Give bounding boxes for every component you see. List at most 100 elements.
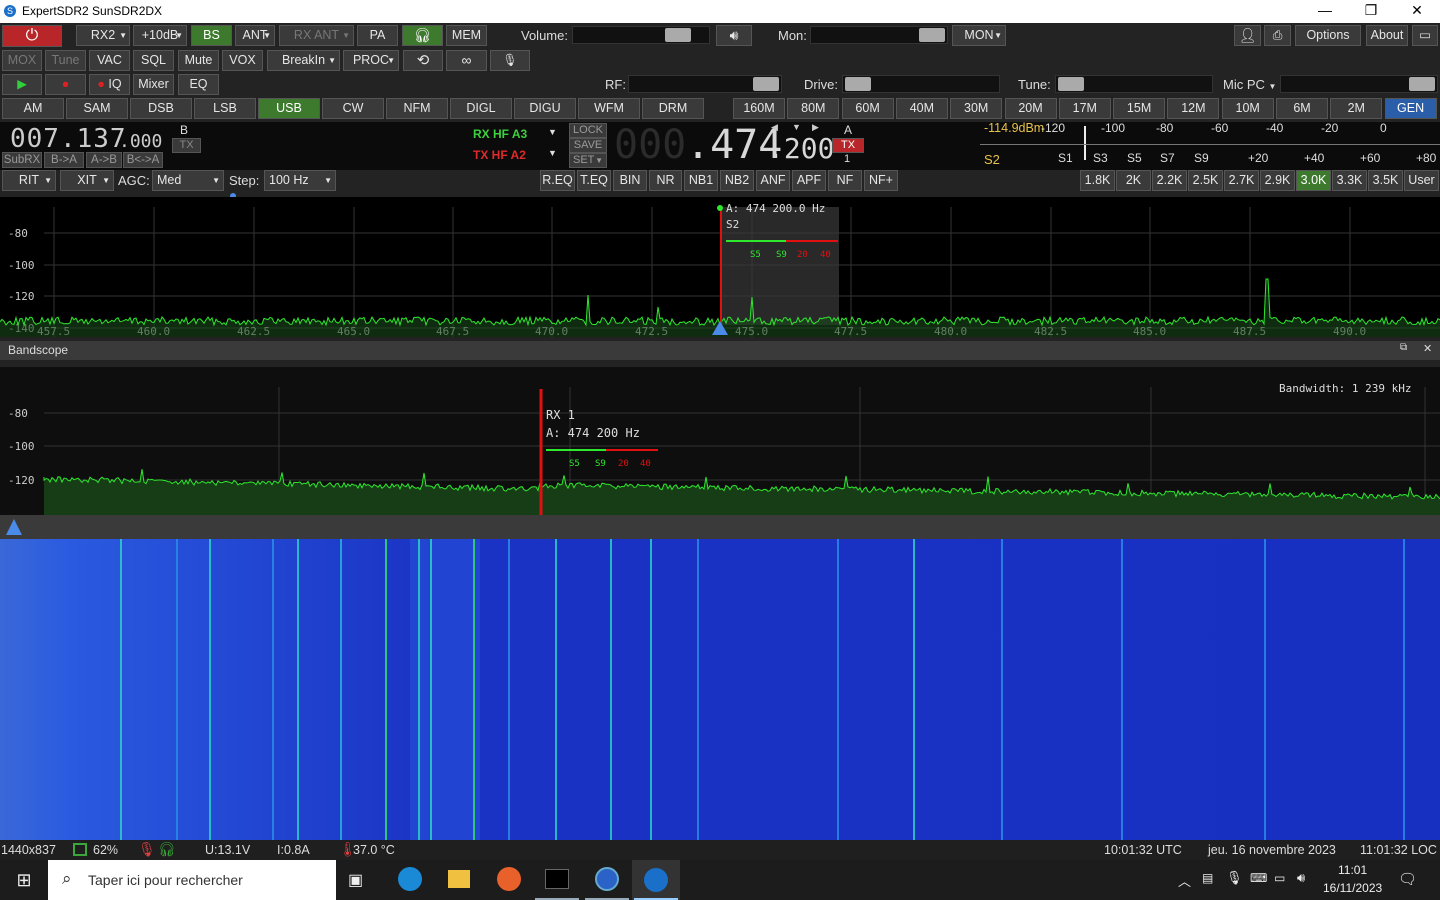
ant-select[interactable]: ANT ▼ <box>235 25 275 46</box>
taskbar-search-box[interactable]: ⌕ Taper ici pour rechercher <box>48 860 336 900</box>
breakin-select[interactable]: BreakIn ▼ <box>267 50 340 71</box>
dsp-teq-button[interactable]: T.EQ <box>577 170 611 191</box>
band-160m-button[interactable]: 160M <box>733 98 785 119</box>
mode-drm-button[interactable]: DRM <box>642 98 704 119</box>
mic-slider-knob[interactable] <box>1409 77 1435 91</box>
edge-icon[interactable] <box>398 867 422 891</box>
mem-button[interactable]: MEM <box>446 25 487 46</box>
vfo-b-tx-button[interactable]: TX <box>172 138 201 153</box>
freq-right-arrow-icon[interactable]: ▶ <box>812 122 819 133</box>
freq-down-arrow-icon[interactable]: ▼ <box>792 122 801 132</box>
dsp-apf-button[interactable]: APF <box>792 170 826 191</box>
compact-view-button[interactable]: ▭ <box>1412 25 1438 46</box>
set-button[interactable]: SET ▼ <box>569 153 607 168</box>
dsp-nf-button[interactable]: NF+ <box>864 170 898 191</box>
step-select[interactable]: 100 Hz ▼ <box>264 170 336 191</box>
options-button[interactable]: Options <box>1295 25 1361 46</box>
firefox-icon[interactable] <box>497 867 521 891</box>
rf-slider[interactable] <box>628 75 782 93</box>
filter-2-9k-button[interactable]: 2.9K <box>1260 170 1295 191</box>
tune-slider-knob[interactable] <box>1058 77 1084 91</box>
drive-slider[interactable] <box>842 75 1000 93</box>
mode-sam-button[interactable]: SAM <box>66 98 128 119</box>
mode-usb-button[interactable]: USB <box>258 98 320 119</box>
mode-lsb-button[interactable]: LSB <box>194 98 256 119</box>
lock-button[interactable]: LOCK <box>569 123 607 138</box>
tray-mic-icon[interactable]: 🎙︎ <box>1226 870 1243 886</box>
vfo-a-frequency-mhz[interactable]: 000 <box>614 122 686 168</box>
record-button[interactable]: ● <box>45 74 86 95</box>
band-12m-button[interactable]: 12M <box>1167 98 1220 119</box>
bandscope-close-icon[interactable]: ✕ <box>1423 342 1432 355</box>
dsp-nb2-button[interactable]: NB2 <box>720 170 754 191</box>
iq-button[interactable]: ● IQ <box>89 74 130 95</box>
profile-button[interactable]: 👤︎ <box>1234 25 1261 46</box>
minimize-button[interactable]: — <box>1302 0 1348 23</box>
band-80m-button[interactable]: 80M <box>787 98 840 119</box>
a-to-b-button[interactable]: A->B <box>86 152 122 168</box>
tray-network-icon[interactable]: ▭ <box>1274 871 1285 885</box>
mode-cw-button[interactable]: CW <box>322 98 384 119</box>
band-gen-button[interactable]: GEN <box>1384 98 1437 119</box>
maximize-button[interactable]: ❐ <box>1348 0 1394 23</box>
globe-app-icon[interactable] <box>595 867 619 891</box>
swap-ab-button[interactable]: B<->A <box>123 152 163 168</box>
bandscope-spectrum[interactable]: -80-100-1200.2500.5000.7501.0001.2Bandwi… <box>0 367 1440 516</box>
band-15m-button[interactable]: 15M <box>1113 98 1166 119</box>
tune-slider[interactable] <box>1055 75 1213 93</box>
mode-am-button[interactable]: AM <box>2 98 64 119</box>
power-button[interactable]: ⏻ <box>2 25 62 47</box>
tune-button[interactable]: Tune <box>45 50 86 71</box>
terminal-icon[interactable] <box>545 869 569 889</box>
filter-3-0k-button[interactable]: 3.0K <box>1296 170 1331 191</box>
vox-button[interactable]: VOX <box>222 50 263 71</box>
dsp-req-button[interactable]: R.EQ <box>540 170 575 191</box>
mode-dsb-button[interactable]: DSB <box>130 98 192 119</box>
proc-select[interactable]: PROC ▼ <box>343 50 399 71</box>
tray-chevron-icon[interactable]: ︿ <box>1178 871 1191 890</box>
bs-button[interactable]: BS <box>191 25 232 46</box>
dsp-anf-button[interactable]: ANF <box>756 170 790 191</box>
filter-3-3k-button[interactable]: 3.3K <box>1332 170 1367 191</box>
freq-left-arrow-icon[interactable]: ◀ <box>771 122 778 133</box>
vfo-b-frequency-hz[interactable]: .000 <box>119 131 162 152</box>
pa-button[interactable]: PA <box>357 25 398 46</box>
expertsdr-taskbar-item[interactable] <box>632 860 680 900</box>
dsp-nf-button[interactable]: NF <box>828 170 862 191</box>
mic-source-select[interactable]: Mic PC ▼ <box>1223 77 1276 92</box>
headphones-button[interactable]: 🎧︎ <box>402 25 443 46</box>
recorder-button[interactable]: ∞ <box>446 50 487 71</box>
mon-slider[interactable] <box>810 26 948 44</box>
band-20m-button[interactable]: 20M <box>1004 98 1057 119</box>
dsp-bin-button[interactable]: BIN <box>613 170 647 191</box>
gain-select[interactable]: +10dB ▼ <box>133 25 187 46</box>
task-view-icon[interactable]: ▣ <box>348 870 363 890</box>
rx2-button[interactable]: RX2 ▼ <box>76 25 130 46</box>
mon-select[interactable]: MON ▼ <box>952 25 1006 46</box>
speaker-button[interactable]: 🔊︎ <box>716 25 752 46</box>
eq-button[interactable]: EQ <box>178 74 219 95</box>
dsp-nr-button[interactable]: NR <box>649 170 682 191</box>
filter-1-8k-button[interactable]: 1.8K <box>1080 170 1115 191</box>
mic-slider[interactable] <box>1280 75 1438 93</box>
b-to-a-button[interactable]: B->A <box>44 152 84 168</box>
panorama-spectrum[interactable]: -80-100-120-140457.5460.0462.5465.0467.5… <box>0 197 1440 338</box>
rx-ant-select[interactable]: RX ANT ▼ <box>279 25 354 46</box>
tray-volume-icon[interactable]: 🔊︎ <box>1297 870 1305 886</box>
band-2m-button[interactable]: 2M <box>1330 98 1383 119</box>
vfo-a-tx-button[interactable]: TX <box>832 138 864 153</box>
filter-2-7k-button[interactable]: 2.7K <box>1224 170 1259 191</box>
band-6m-button[interactable]: 6M <box>1276 98 1328 119</box>
play-button[interactable]: ▶ <box>2 74 42 95</box>
vfo-b-frequency[interactable]: 007.137 <box>10 124 127 154</box>
taskbar-date[interactable]: 16/11/2023 <box>1323 881 1382 895</box>
close-button[interactable]: ✕ <box>1394 0 1440 23</box>
band-10m-button[interactable]: 10M <box>1221 98 1274 119</box>
save-button[interactable]: SAVE <box>569 138 607 153</box>
filter-2-5k-button[interactable]: 2.5K <box>1188 170 1223 191</box>
drive-slider-knob[interactable] <box>845 77 871 91</box>
rit-select[interactable]: RIT ▼ <box>2 170 56 191</box>
taskbar-time[interactable]: 11:01 <box>1338 863 1367 877</box>
start-button[interactable]: ⊞ <box>0 860 48 900</box>
agc-select[interactable]: Med ▼ <box>152 170 224 191</box>
